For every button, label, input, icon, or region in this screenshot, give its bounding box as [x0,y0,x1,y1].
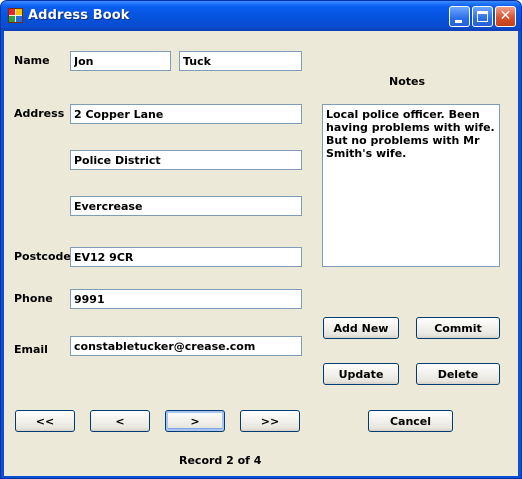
phone-label: Phone [14,292,53,305]
notes-label: Notes [389,75,426,88]
record-status: Record 2 of 4 [179,454,262,467]
address-book-window: Address Book ✕ Name Address Postcode Pho… [0,0,522,479]
first-name-field[interactable] [70,51,171,71]
name-label: Name [14,54,50,67]
address-book-icon[interactable] [8,8,23,23]
maximize-button[interactable] [472,6,493,27]
address-line2-field[interactable] [70,150,302,170]
phone-field[interactable] [70,289,302,309]
minimize-button[interactable] [449,6,470,27]
form-body: Name Address Postcode Phone Email Notes … [4,31,518,476]
postcode-field[interactable] [70,247,302,267]
cancel-button[interactable]: Cancel [368,410,453,432]
close-button[interactable]: ✕ [495,6,516,27]
last-name-field[interactable] [179,51,302,71]
email-field[interactable] [70,336,302,356]
notes-field[interactable]: Local police officer. Been having proble… [322,104,500,267]
commit-button[interactable]: Commit [416,317,500,339]
first-record-button[interactable]: << [15,410,75,432]
address-label: Address [14,107,65,120]
address-line1-field[interactable] [70,104,302,124]
minimize-icon [455,20,462,23]
title-bar[interactable]: Address Book ✕ [1,1,521,31]
email-label: Email [14,343,48,356]
previous-record-button[interactable]: < [90,410,150,432]
add-new-button[interactable]: Add New [323,317,399,339]
maximize-icon [477,11,488,22]
delete-button[interactable]: Delete [416,363,500,385]
update-button[interactable]: Update [323,363,399,385]
address-line3-field[interactable] [70,196,302,216]
last-record-button[interactable]: >> [240,410,300,432]
postcode-label: Postcode [14,250,71,263]
close-icon: ✕ [499,8,512,24]
window-title: Address Book [28,8,130,23]
next-record-button[interactable]: > [165,410,225,432]
